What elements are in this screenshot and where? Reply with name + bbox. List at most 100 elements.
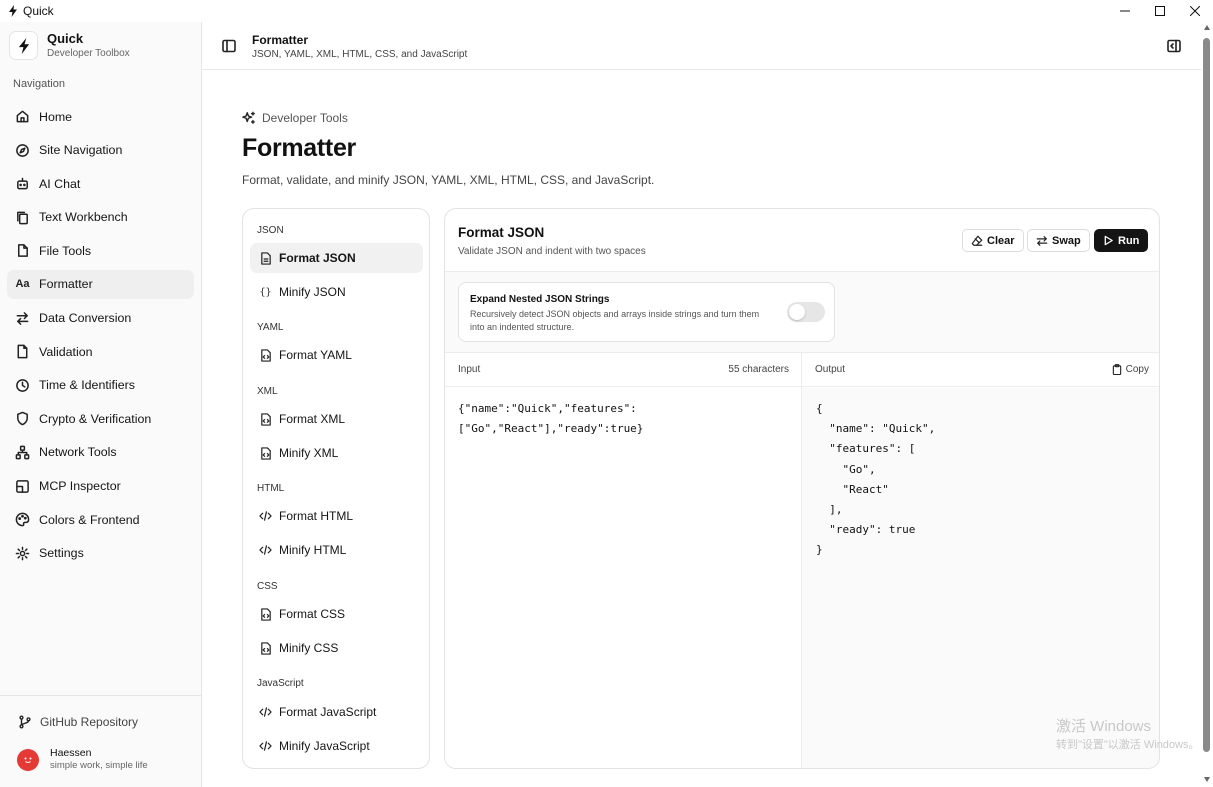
sidebar-item-time-identifiers[interactable]: Time & Identifiers (7, 371, 194, 400)
bot-icon (17, 177, 28, 190)
json-input[interactable] (445, 388, 801, 768)
sidebar: Quick Developer Toolbox Navigation Home … (0, 22, 202, 787)
vertical-scrollbar[interactable] (1201, 22, 1213, 787)
copy-button[interactable]: Copy (1112, 364, 1149, 375)
tool-item-label: Format CSS (279, 607, 346, 621)
sidebar-item-file-tools[interactable]: File Tools (7, 236, 194, 265)
sidebar-item-label: Formatter (39, 277, 93, 292)
palette-icon (15, 512, 30, 527)
sidebar-item-site-navigation[interactable]: Site Navigation (7, 136, 194, 165)
sidebar-footer: GitHub Repository Haessen simple work, s… (0, 695, 201, 771)
code-icon (259, 741, 272, 751)
minimize-button[interactable] (1108, 0, 1142, 22)
braces-icon: {} (259, 286, 272, 298)
panel-toggle-icon[interactable] (1167, 39, 1181, 53)
tool-item-label: Format HTML (279, 509, 354, 523)
user-profile[interactable]: Haessen simple work, simple life (17, 747, 148, 772)
compass-icon (16, 143, 29, 157)
group-label-json: JSON (257, 225, 284, 236)
sidebar-item-ai-chat[interactable]: AI Chat (7, 169, 194, 198)
sidebar-item-label: Time & Identifiers (39, 378, 135, 393)
sidebar-item-label: Text Workbench (39, 210, 128, 225)
sidebar-item-text-workbench[interactable]: Text Workbench (7, 203, 194, 232)
tool-item-label: Format JSON (279, 251, 356, 265)
code-icon (259, 511, 272, 521)
gear-icon (15, 546, 30, 561)
expand-nested-toggle[interactable] (787, 302, 825, 322)
sidebar-item-validation[interactable]: Validation (7, 337, 194, 366)
git-branch-icon (19, 715, 31, 729)
clear-button[interactable]: Clear (962, 229, 1024, 252)
sidebar-item-mcp-inspector[interactable]: MCP Inspector (7, 472, 194, 501)
sidebar-item-home[interactable]: Home (7, 102, 194, 131)
sidebar-item-data-conversion[interactable]: Data Conversion (7, 304, 194, 333)
play-icon (1104, 235, 1113, 246)
swap-button[interactable]: Swap (1027, 229, 1090, 252)
tool-item-format-xml[interactable]: Format XML (250, 404, 423, 434)
tool-item-minify-html[interactable]: Minify HTML (250, 535, 423, 565)
file-code-icon (260, 446, 271, 460)
header-subtitle: JSON, YAML, XML, HTML, CSS, and JavaScri… (252, 49, 468, 60)
sidebar-item-network-tools[interactable]: Network Tools (7, 438, 194, 467)
tool-item-format-html[interactable]: Format HTML (250, 501, 423, 531)
maximize-icon (1155, 6, 1165, 16)
run-button-label: Run (1118, 234, 1140, 247)
close-button[interactable] (1178, 0, 1212, 22)
clear-button-label: Clear (987, 234, 1015, 247)
tool-item-minify-xml[interactable]: Minify XML (250, 438, 423, 468)
tool-item-label: Format XML (279, 412, 346, 426)
sidebar-item-label: Data Conversion (39, 311, 132, 326)
sidebar-item-formatter[interactable]: Aa Formatter (7, 269, 194, 299)
scroll-thumb[interactable] (1203, 38, 1210, 752)
tool-item-label: Minify JavaScript (279, 739, 370, 753)
input-label: Input (458, 364, 481, 375)
user-tagline: simple work, simple life (50, 760, 148, 771)
sidebar-toggle-icon[interactable] (222, 39, 236, 53)
json-output: { "name": "Quick", "features": [ "Go", "… (802, 388, 1159, 768)
activation-watermark-text: 转到"设置"以激活 Windows。 (1056, 739, 1200, 751)
brand-name: Quick (47, 31, 84, 46)
eraser-icon (971, 235, 983, 246)
brand-tagline: Developer Toolbox (47, 48, 130, 59)
output-label: Output (815, 364, 846, 375)
home-icon (16, 110, 29, 123)
tool-item-minify-javascript[interactable]: Minify JavaScript (250, 731, 423, 761)
file-code-icon (260, 641, 271, 655)
file-icon (260, 251, 271, 265)
arrows-swap-icon (16, 311, 29, 325)
tool-item-label: Format JavaScript (279, 705, 377, 719)
copy-doc-icon (17, 211, 28, 225)
lightning-icon (18, 37, 29, 54)
clock-icon (16, 378, 29, 392)
expand-nested-option: Expand Nested JSON Strings Recursively d… (458, 282, 835, 342)
avatar (17, 748, 39, 771)
brand[interactable]: Quick Developer Toolbox (9, 31, 130, 60)
breadcrumb: Developer Tools (242, 111, 348, 125)
sidebar-item-settings[interactable]: Settings (7, 539, 194, 568)
scroll-up-arrow[interactable] (1204, 25, 1210, 30)
sidebar-item-crypto-verification[interactable]: Crypto & Verification (7, 404, 194, 433)
tool-item-label: Format YAML (279, 348, 352, 362)
input-header: Input 55 characters (445, 353, 801, 387)
tool-item-format-css[interactable]: Format CSS (250, 599, 423, 629)
tool-item-minify-css[interactable]: Minify CSS (250, 633, 423, 663)
maximize-button[interactable] (1143, 0, 1177, 22)
github-repository-link[interactable]: GitHub Repository (18, 715, 138, 729)
sidebar-item-colors-frontend[interactable]: Colors & Frontend (7, 505, 194, 534)
tool-item-format-javascript[interactable]: Format JavaScript (250, 697, 423, 727)
sidebar-item-label: Network Tools (39, 445, 117, 460)
copy-button-label: Copy (1125, 364, 1149, 375)
folder-icon (18, 244, 28, 258)
face-icon (24, 757, 32, 763)
tool-item-format-yaml[interactable]: Format YAML (250, 340, 423, 370)
sidebar-item-label: Site Navigation (39, 143, 123, 158)
tool-item-format-json[interactable]: Format JSON (250, 243, 423, 273)
tool-item-label: Minify CSS (279, 641, 339, 655)
minimize-icon (1120, 10, 1130, 12)
run-button[interactable]: Run (1094, 229, 1149, 252)
scroll-down-arrow[interactable] (1204, 777, 1210, 782)
group-label-yaml: YAML (257, 322, 284, 333)
tool-item-minify-json[interactable]: {} Minify JSON (250, 277, 423, 307)
sidebar-item-label: Validation (39, 344, 93, 359)
option-description: Recursively detect JSON objects and arra… (470, 309, 760, 332)
